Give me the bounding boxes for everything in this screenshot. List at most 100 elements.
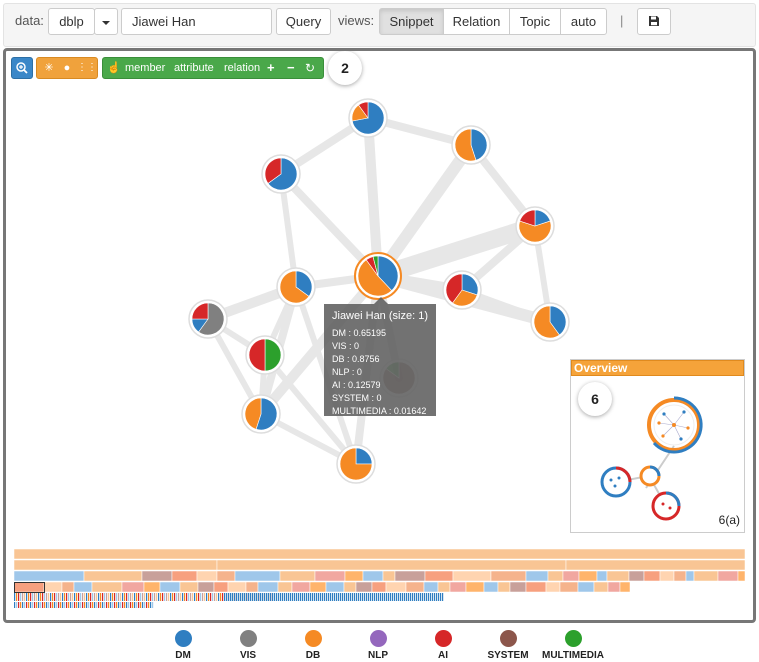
graph-node-pie[interactable]: [451, 125, 491, 165]
graph-node-pie[interactable]: [261, 154, 301, 194]
timeline-bar[interactable]: [196, 570, 218, 582]
timeline-bar[interactable]: [628, 570, 645, 582]
timeline-bar[interactable]: [596, 570, 608, 582]
timeline-bar[interactable]: [562, 570, 580, 582]
timeline-bar[interactable]: [83, 570, 143, 582]
timeline-bar[interactable]: [490, 570, 527, 582]
timeline-bar[interactable]: [14, 559, 218, 571]
timeline-bar[interactable]: [452, 570, 492, 582]
timeline-bar[interactable]: [159, 581, 181, 593]
graph-node-pie[interactable]: [241, 394, 281, 434]
timeline-bar[interactable]: [525, 581, 547, 593]
timeline-bar[interactable]: [465, 581, 485, 593]
timeline-bar[interactable]: [245, 581, 259, 593]
timeline-bar[interactable]: [279, 570, 316, 582]
timeline-bar[interactable]: [121, 581, 145, 593]
timeline-bar[interactable]: [257, 581, 279, 593]
timeline-bar[interactable]: [577, 581, 595, 593]
timeline-bar[interactable]: [405, 581, 425, 593]
timeline-bar[interactable]: [227, 581, 247, 593]
timeline-bar[interactable]: [314, 570, 346, 582]
timeline-bar[interactable]: [14, 581, 45, 593]
graph-node-pie[interactable]: [348, 98, 388, 138]
timeline-bar[interactable]: [497, 581, 511, 593]
timeline-bar[interactable]: [216, 559, 567, 571]
overview-panel[interactable]: Overview 6 6(a): [570, 359, 745, 533]
timeline-bar[interactable]: [578, 570, 598, 582]
timeline-bar[interactable]: [545, 581, 561, 593]
query-input[interactable]: Jiawei Han: [121, 8, 272, 35]
graph-node-pie[interactable]: [354, 252, 402, 300]
view-auto-button[interactable]: auto: [560, 8, 607, 35]
timeline-bar[interactable]: [606, 570, 630, 582]
timeline-bar[interactable]: [437, 581, 451, 593]
timeline-stripe: [86, 602, 88, 608]
timeline-bar[interactable]: [362, 570, 384, 582]
timeline-bar[interactable]: [525, 570, 549, 582]
graph-panel[interactable]: ✳ ● ⋮⋮ ☝ member attribute relation + − ↻…: [3, 48, 756, 623]
timeline-bar[interactable]: [559, 581, 579, 593]
timeline-bar[interactable]: [449, 581, 467, 593]
timeline-root-bar[interactable]: [14, 549, 746, 560]
timeline-bar[interactable]: [382, 570, 396, 582]
view-snippet-button[interactable]: Snippet: [379, 8, 444, 35]
graph-node-pie[interactable]: [515, 206, 555, 246]
query-button[interactable]: Query: [276, 8, 331, 35]
timeline-stripe: [302, 593, 304, 601]
timeline-bar[interactable]: [385, 581, 407, 593]
graph-node-pie[interactable]: [442, 270, 482, 310]
dataset-select[interactable]: dblp: [48, 8, 95, 35]
graph-node-pie[interactable]: [336, 444, 376, 484]
timeline-bar[interactable]: [216, 570, 236, 582]
timeline-bar[interactable]: [355, 581, 373, 593]
timeline-bar[interactable]: [737, 570, 746, 582]
timeline-bar[interactable]: [619, 581, 631, 593]
timeline-bar[interactable]: [43, 581, 63, 593]
timeline-bar[interactable]: [234, 570, 281, 582]
timeline-stripe: [46, 602, 48, 608]
timeline-bar[interactable]: [343, 581, 357, 593]
dataset-dropdown-button[interactable]: [94, 8, 118, 35]
timeline-bar[interactable]: [509, 581, 527, 593]
timeline-bar[interactable]: [394, 570, 426, 582]
timeline-bar[interactable]: [141, 570, 173, 582]
timeline-bar[interactable]: [685, 570, 695, 582]
timeline-bar[interactable]: [197, 581, 215, 593]
graph-node-pie[interactable]: [276, 267, 316, 307]
timeline-bar[interactable]: [91, 581, 123, 593]
graph-node-pie[interactable]: [530, 302, 570, 342]
timeline-bar[interactable]: [717, 570, 739, 582]
timeline-bar[interactable]: [143, 581, 161, 593]
timeline-bar[interactable]: [171, 570, 198, 582]
timeline-bar[interactable]: [424, 570, 454, 582]
view-topic-button[interactable]: Topic: [509, 8, 561, 35]
timeline-bar[interactable]: [643, 570, 661, 582]
timeline-bar[interactable]: [179, 581, 199, 593]
timeline-bar[interactable]: [14, 570, 85, 582]
timeline-bar[interactable]: [423, 581, 439, 593]
timeline-bar[interactable]: [277, 581, 293, 593]
timeline-bar[interactable]: [73, 581, 93, 593]
timeline-bar[interactable]: [693, 570, 719, 582]
timeline-bar[interactable]: [61, 581, 75, 593]
timeline-bar[interactable]: [483, 581, 499, 593]
timeline-bar[interactable]: [213, 581, 229, 593]
graph-node-pie[interactable]: [245, 335, 285, 375]
timeline-bars[interactable]: [14, 549, 751, 619]
timeline-stripe: [66, 602, 68, 608]
timeline-bar[interactable]: [673, 570, 687, 582]
view-relation-button[interactable]: Relation: [443, 8, 510, 35]
timeline-bar[interactable]: [344, 570, 364, 582]
timeline-stripe: [258, 593, 260, 601]
timeline-bar[interactable]: [593, 581, 609, 593]
timeline-bar[interactable]: [291, 581, 311, 593]
timeline-bar[interactable]: [565, 559, 746, 571]
graph-node-pie[interactable]: [188, 299, 228, 339]
save-button[interactable]: [637, 8, 671, 35]
timeline-bar[interactable]: [309, 581, 327, 593]
timeline-bar[interactable]: [659, 570, 675, 582]
timeline-bar[interactable]: [325, 581, 345, 593]
timeline-bar[interactable]: [547, 570, 564, 582]
timeline-bar[interactable]: [371, 581, 387, 593]
timeline-bar[interactable]: [607, 581, 621, 593]
